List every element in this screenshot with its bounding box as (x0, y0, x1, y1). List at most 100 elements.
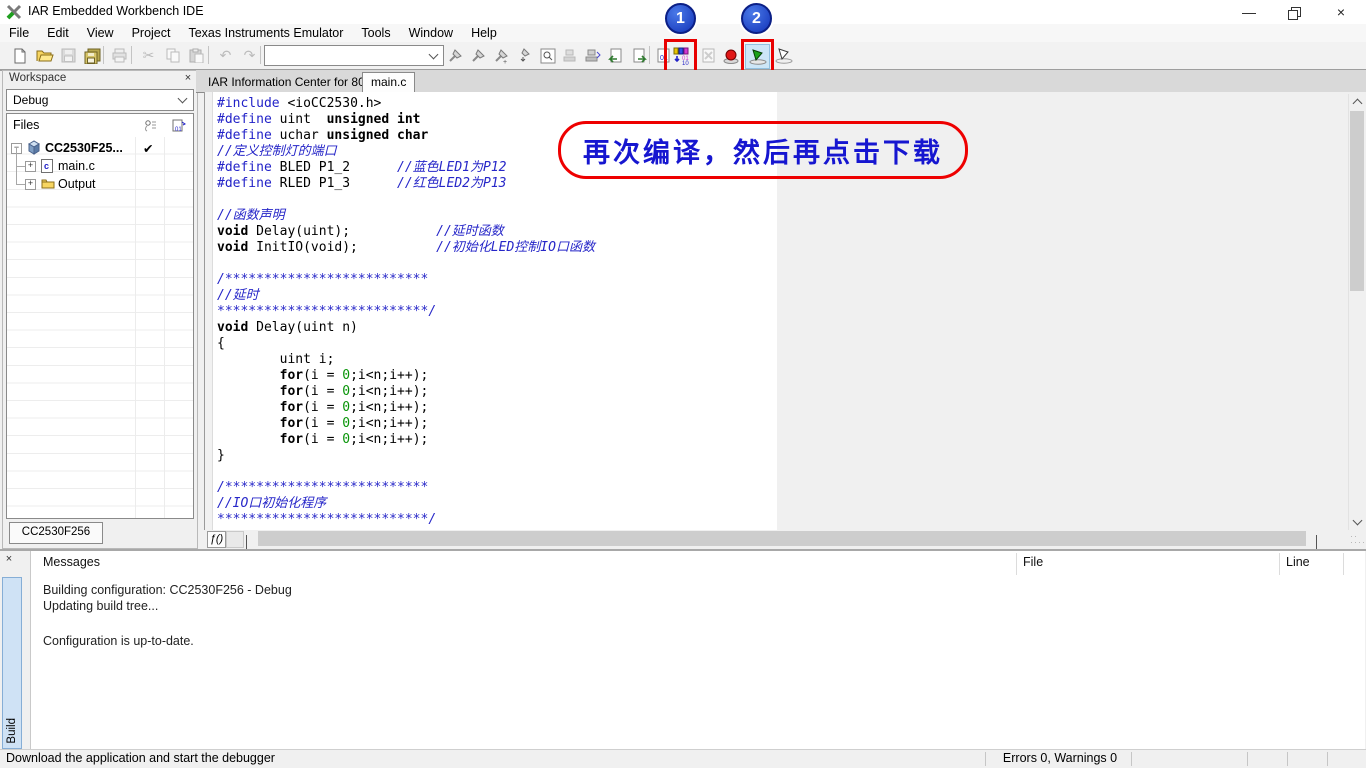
toggle-breakpoint-button[interactable] (720, 44, 743, 67)
save-all-button[interactable] (81, 44, 104, 67)
code-line: #define uint unsigned int (217, 112, 595, 128)
stop-build-button[interactable] (697, 44, 720, 67)
cut-button[interactable]: ✂ (137, 44, 160, 67)
project-icon (26, 140, 42, 155)
horizontal-scrollbar-thumb[interactable] (258, 531, 1306, 546)
option-column-icon[interactable] (137, 117, 163, 134)
navigate-backward-button[interactable] (604, 44, 627, 67)
menu-project[interactable]: Project (123, 24, 180, 42)
vertical-scrollbar[interactable] (1348, 94, 1365, 530)
toolbar-separator (103, 46, 104, 64)
workspace-close-icon[interactable]: × (181, 71, 195, 85)
replace-button[interactable] (558, 44, 581, 67)
new-document-button[interactable] (8, 44, 31, 67)
print-icon (111, 48, 128, 63)
scroll-down-icon[interactable] (1349, 514, 1365, 530)
debug-without-downloading-icon (775, 47, 793, 64)
menu-tools[interactable]: Tools (352, 24, 399, 42)
window-title: IAR Embedded Workbench IDE (28, 4, 204, 18)
navigate-forward-icon (631, 48, 647, 64)
step-1-badge: 1 (665, 3, 696, 34)
undo-button[interactable]: ↶ (214, 44, 237, 67)
find-next-icon (447, 48, 463, 64)
files-header: Files 01 (7, 114, 193, 137)
toolbar-separator (260, 46, 261, 64)
restore-button[interactable] (1272, 0, 1318, 24)
expand-icon[interactable]: + (25, 179, 36, 190)
paste-button[interactable] (185, 44, 208, 67)
navigate-forward-button[interactable] (627, 44, 650, 67)
editor-tab-bar: IAR Information Center for 8051 main.c × (196, 70, 1366, 93)
tree-row-output[interactable]: + Output (7, 175, 193, 193)
workspace-files-tree[interactable]: Files 01 − CC2530F25... ✔ + c main.c (6, 113, 194, 519)
editor-bottom-bar: ƒ() ·· ···· (204, 530, 1366, 547)
c-file-icon: c (41, 159, 53, 173)
navigate-backward-icon (608, 48, 624, 64)
find-in-files-icon: + (493, 48, 509, 64)
code-line: ***************************/ (217, 304, 595, 320)
column-file[interactable]: File (1023, 555, 1043, 569)
chevron-down-icon (429, 49, 439, 59)
status-errors: Errors 0, Warnings 0 (990, 751, 1130, 765)
build-panel-close-icon[interactable]: × (3, 553, 15, 565)
tree-row-project[interactable]: − CC2530F25... ✔ (7, 139, 193, 157)
expand-icon[interactable]: + (25, 161, 36, 172)
tab-information-center[interactable]: IAR Information Center for 8051 (200, 73, 386, 92)
vertical-scrollbar-thumb[interactable] (1350, 111, 1364, 291)
open-file-icon (36, 48, 54, 63)
quick-search-combobox[interactable] (264, 45, 444, 66)
tree-row-main-c[interactable]: + c main.c (7, 157, 193, 175)
copy-button[interactable] (161, 44, 184, 67)
code-line: } (217, 448, 595, 464)
close-button[interactable]: × (1318, 0, 1364, 24)
tab-main-c[interactable]: main.c (362, 72, 415, 93)
menu-file[interactable]: File (0, 24, 38, 42)
configuration-select[interactable]: Debug (6, 89, 194, 111)
code-line: //延时 (217, 288, 595, 304)
open-file-button[interactable] (33, 44, 56, 67)
redo-button[interactable]: ↷ (238, 44, 261, 67)
workspace-title: Workspace (9, 72, 66, 84)
menu-edit[interactable]: Edit (38, 24, 78, 42)
replace-icon (562, 48, 577, 63)
chevron-down-icon (178, 94, 188, 104)
column-messages: Messages (43, 555, 100, 569)
selection-margin (205, 92, 213, 530)
code-line: #define BLED P1_2 //蓝色LED1为P12 (217, 160, 595, 176)
column-line[interactable]: Line (1286, 555, 1310, 569)
find-dialog-button[interactable] (536, 44, 559, 67)
status-bar: Download the application and start the d… (0, 749, 1366, 768)
annotation-note-text: 再次编译，然后再点击下载 (583, 131, 943, 170)
annotation-note-box: 再次编译，然后再点击下载 (558, 121, 968, 179)
menu-view[interactable]: View (78, 24, 123, 42)
build-message: Building configuration: CC2530F256 - Deb… (43, 583, 292, 597)
status-message: Download the application and start the d… (6, 751, 275, 765)
menu-ti-emulator[interactable]: Texas Instruments Emulator (179, 24, 352, 42)
editor-area[interactable]: #include <ioCC2530.h>#define uint unsign… (204, 92, 1366, 530)
scroll-up-icon[interactable] (1349, 94, 1365, 110)
save-button[interactable] (57, 44, 80, 67)
menu-help[interactable]: Help (462, 24, 506, 42)
resize-grip-icon[interactable]: ·· ···· (1350, 533, 1362, 545)
output-column-icon[interactable]: 01 (166, 117, 192, 134)
code-line: void Delay(uint n) (217, 320, 595, 336)
debug-without-downloading-button[interactable] (772, 44, 795, 67)
build-tab[interactable]: Build (2, 577, 22, 749)
build-tab-label: Build (6, 718, 18, 748)
function-list-button[interactable]: ƒ() (207, 531, 226, 548)
workspace-bottom-tab[interactable]: CC2530F256 (9, 522, 103, 544)
find-in-files-button[interactable]: + (489, 44, 512, 67)
incremental-search-button[interactable] (512, 44, 535, 67)
redo-icon: ↷ (244, 47, 256, 64)
code-text[interactable]: #include <ioCC2530.h>#define uint unsign… (217, 96, 595, 528)
build-panel: × Messages File Line Building configurat… (0, 549, 1366, 749)
build-messages-area[interactable]: Messages File Line Building configuratio… (30, 551, 1365, 749)
build-message: Configuration is up-to-date. (43, 634, 194, 648)
replace-next-button[interactable] (581, 44, 604, 67)
toolbar-separator (208, 46, 209, 64)
minimize-button[interactable]: — (1226, 0, 1272, 24)
print-button[interactable] (108, 44, 131, 67)
find-next-button[interactable] (443, 44, 466, 67)
menu-window[interactable]: Window (400, 24, 462, 42)
find-previous-button[interactable] (466, 44, 489, 67)
